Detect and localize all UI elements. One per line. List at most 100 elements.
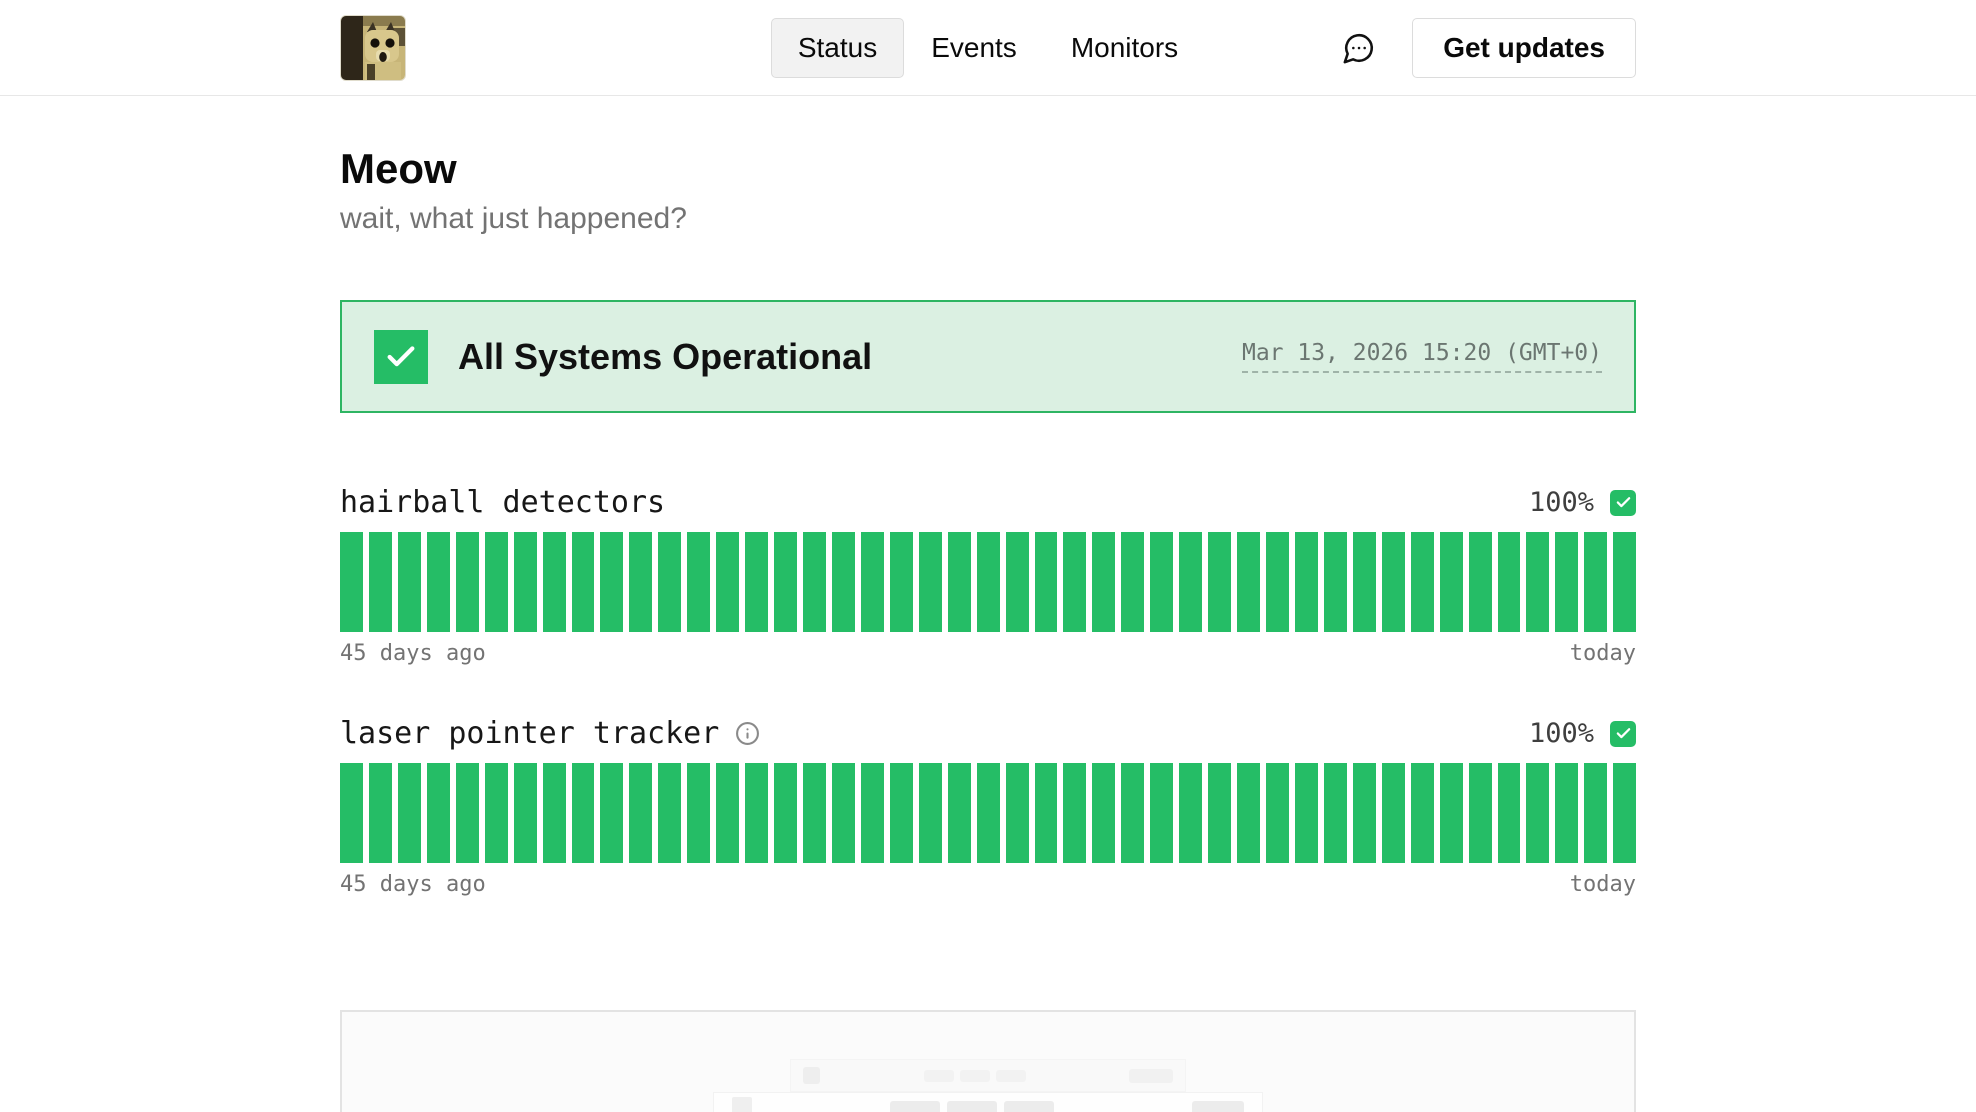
uptime-bar[interactable] [514,532,537,632]
uptime-bar[interactable] [658,532,681,632]
tab-events[interactable]: Events [904,18,1044,78]
uptime-bar[interactable] [1324,763,1347,863]
tab-status[interactable]: Status [771,18,904,78]
uptime-bar[interactable] [1613,763,1636,863]
uptime-bar[interactable] [774,532,797,632]
uptime-bar[interactable] [1411,532,1434,632]
uptime-bar[interactable] [1035,763,1058,863]
range-start-label: 45 days ago [340,641,486,666]
uptime-bar[interactable] [1526,763,1549,863]
uptime-bar[interactable] [890,532,913,632]
uptime-bar[interactable] [427,532,450,632]
uptime-bar[interactable] [1237,532,1260,632]
uptime-bar[interactable] [745,763,768,863]
uptime-bar[interactable] [398,763,421,863]
uptime-bar[interactable] [340,763,363,863]
uptime-bar[interactable] [1150,763,1173,863]
uptime-bar[interactable] [1063,763,1086,863]
uptime-bar[interactable] [1353,532,1376,632]
uptime-bar[interactable] [1150,532,1173,632]
uptime-bar[interactable] [1440,532,1463,632]
uptime-bar[interactable] [629,532,652,632]
uptime-bar[interactable] [1295,763,1318,863]
uptime-bar[interactable] [1584,763,1607,863]
uptime-bar[interactable] [1266,763,1289,863]
uptime-bar[interactable] [543,763,566,863]
uptime-bar[interactable] [543,532,566,632]
uptime-bar[interactable] [456,763,479,863]
uptime-bar[interactable] [1092,532,1115,632]
status-timestamp[interactable]: Mar 13, 2026 15:20 (GMT+0) [1242,340,1602,373]
uptime-bar[interactable] [1295,532,1318,632]
uptime-bar[interactable] [572,763,595,863]
uptime-bar[interactable] [456,532,479,632]
uptime-bar[interactable] [485,763,508,863]
uptime-bar[interactable] [1063,532,1086,632]
uptime-bar[interactable] [1613,532,1636,632]
info-icon[interactable] [735,721,760,746]
uptime-bar[interactable] [1179,532,1202,632]
uptime-bar[interactable] [716,532,739,632]
uptime-bar[interactable] [861,763,884,863]
get-updates-button[interactable]: Get updates [1412,18,1636,78]
uptime-bar[interactable] [1526,532,1549,632]
uptime-bar[interactable] [369,532,392,632]
uptime-bar[interactable] [1382,532,1405,632]
uptime-bar[interactable] [687,763,710,863]
uptime-bar[interactable] [977,763,1000,863]
uptime-bar[interactable] [1382,763,1405,863]
uptime-bar[interactable] [658,763,681,863]
uptime-bar[interactable] [572,532,595,632]
feedback-button[interactable] [1342,31,1376,65]
uptime-bar[interactable] [1006,763,1029,863]
uptime-bar[interactable] [629,763,652,863]
uptime-bar[interactable] [1324,532,1347,632]
uptime-bar[interactable] [398,532,421,632]
uptime-bar[interactable] [948,763,971,863]
uptime-bar[interactable] [745,532,768,632]
uptime-bar[interactable] [803,532,826,632]
uptime-bar[interactable] [340,532,363,632]
uptime-bar[interactable] [1498,763,1521,863]
uptime-bar[interactable] [1035,532,1058,632]
uptime-bar[interactable] [1555,763,1578,863]
uptime-bar[interactable] [514,763,537,863]
uptime-bar[interactable] [1266,532,1289,632]
uptime-bar[interactable] [1498,532,1521,632]
uptime-bar[interactable] [600,532,623,632]
uptime-bar[interactable] [861,532,884,632]
uptime-bar[interactable] [1411,763,1434,863]
uptime-bar[interactable] [890,763,913,863]
uptime-bar[interactable] [1469,532,1492,632]
uptime-bar[interactable] [687,532,710,632]
uptime-bar[interactable] [977,532,1000,632]
uptime-bar[interactable] [832,532,855,632]
uptime-bar[interactable] [716,763,739,863]
ghost-logo [732,1097,752,1112]
uptime-bar[interactable] [1237,763,1260,863]
uptime-bar[interactable] [485,532,508,632]
uptime-bar[interactable] [774,763,797,863]
uptime-bar[interactable] [1584,532,1607,632]
uptime-bar[interactable] [1006,532,1029,632]
uptime-bar[interactable] [369,763,392,863]
uptime-bar[interactable] [1121,532,1144,632]
uptime-bar[interactable] [1353,763,1376,863]
uptime-bar[interactable] [803,763,826,863]
uptime-bar[interactable] [1440,763,1463,863]
uptime-bar[interactable] [1208,532,1231,632]
uptime-bar[interactable] [1208,763,1231,863]
uptime-bar[interactable] [1121,763,1144,863]
uptime-bar[interactable] [919,532,942,632]
uptime-bar[interactable] [1469,763,1492,863]
uptime-bar[interactable] [1179,763,1202,863]
tab-monitors[interactable]: Monitors [1044,18,1205,78]
uptime-bar[interactable] [427,763,450,863]
site-logo[interactable] [340,15,406,81]
uptime-bar[interactable] [832,763,855,863]
uptime-bar[interactable] [1555,532,1578,632]
uptime-bar[interactable] [948,532,971,632]
uptime-bar[interactable] [1092,763,1115,863]
uptime-bar[interactable] [919,763,942,863]
uptime-bar[interactable] [600,763,623,863]
